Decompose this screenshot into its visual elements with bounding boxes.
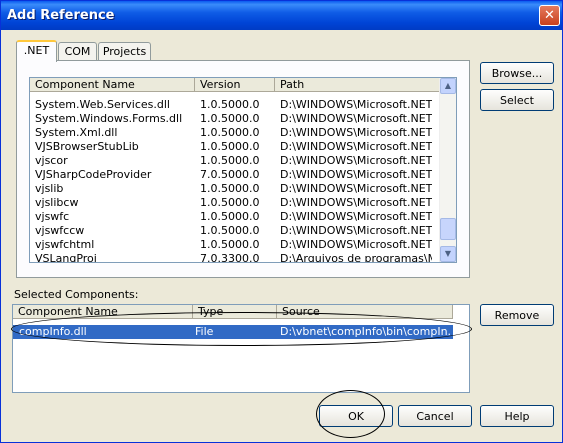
add-reference-dialog: Add Reference ✕ .NET COM Projects Compon… (0, 0, 563, 443)
tab-net[interactable]: .NET (16, 40, 57, 62)
ok-button[interactable]: OK (319, 405, 393, 427)
component-version: 1.0.5000.0 (200, 210, 260, 223)
selected-component-type: File (195, 325, 214, 338)
list-item[interactable]: System.Xml.dll 1.0.5000.0 D:\WINDOWS\Micro… (30, 126, 439, 140)
component-version: 1.0.5000.0 (200, 196, 260, 209)
arrow-down-icon[interactable]: ▼ (440, 246, 456, 262)
tab-com[interactable]: COM (58, 42, 97, 61)
component-name: VSLangProj (35, 252, 97, 263)
window-title: Add Reference (7, 8, 115, 23)
component-name: System.Windows.Forms.dll (35, 112, 183, 125)
component-path: D:\WINDOWS\Microsoft.NET... (280, 238, 432, 251)
component-path: D:\WINDOWS\Microsoft.NET... (280, 224, 432, 237)
selected-component-source: D:\vbnet\compInfo\bin\compIn... (280, 325, 452, 338)
select-button[interactable]: Select (480, 89, 554, 111)
arrow-up-icon[interactable]: ▲ (440, 78, 456, 94)
selected-component-row[interactable]: compInfo.dll File D:\vbnet\compInfo\bin\… (13, 325, 453, 339)
component-version: 1.0.5000.0 (200, 140, 260, 153)
component-name: vjscor (35, 154, 68, 167)
component-version: 1.0.5000.0 (200, 98, 260, 111)
component-name: vjslibcw (35, 196, 79, 209)
column-header-version[interactable]: Version (195, 78, 275, 92)
list-item[interactable]: VJSBrowserStubLib 1.0.5000.0 D:\WINDOWS\Mi… (30, 140, 439, 154)
column-header-source[interactable]: Source (277, 305, 453, 319)
components-scrollbar[interactable]: ▲ ▼ (439, 78, 456, 262)
component-path: D:\WINDOWS\Microsoft.NET... (280, 154, 432, 167)
component-path: D:\WINDOWS\Microsoft.NET... (280, 126, 432, 139)
component-version: 7.0.5000.0 (200, 168, 260, 181)
component-name: System.Web.Services.dll (35, 98, 170, 111)
list-item[interactable]: VJSharpCodeProvider 7.0.5000.0 D:\WINDOWS\… (30, 168, 439, 182)
title-bar[interactable]: Add Reference ✕ (1, 1, 562, 30)
component-path: D:\WINDOWS\Microsoft.NET... (280, 98, 432, 111)
selected-components-label: Selected Components: (14, 288, 139, 301)
component-path: D:\WINDOWS\Microsoft.NET... (280, 210, 432, 223)
column-header-type[interactable]: Type (193, 305, 277, 319)
component-version: 1.0.5000.0 (200, 126, 260, 139)
scrollbar-thumb[interactable] (440, 218, 456, 240)
selected-component-name: compInfo.dll (19, 325, 87, 338)
component-version: 1.0.5000.0 (200, 182, 260, 195)
component-path: D:\WINDOWS\Microsoft.NET... (280, 168, 432, 181)
list-item[interactable]: vjswfchtml 1.0.5000.0 D:\WINDOWS\Microsoft… (30, 238, 439, 252)
close-icon[interactable]: ✕ (539, 5, 560, 26)
component-version: 1.0.5000.0 (200, 238, 260, 251)
component-name: VJSBrowserStubLib (35, 140, 139, 153)
list-item[interactable]: vjswfc 1.0.5000.0 D:\WINDOWS\Microsoft.NET… (30, 210, 439, 224)
component-version: 1.0.5000.0 (200, 224, 260, 237)
list-item[interactable]: vjswfccw 1.0.5000.0 D:\WINDOWS\Microsoft.N… (30, 224, 439, 238)
column-header-path[interactable]: Path (275, 78, 440, 92)
help-button[interactable]: Help (480, 405, 554, 427)
component-name: vjswfchtml (35, 238, 95, 251)
list-item[interactable]: System.Windows.Forms.dll 1.0.5000.0 D:\WIN… (30, 112, 439, 126)
cancel-button[interactable]: Cancel (398, 405, 472, 427)
component-path: D:\WINDOWS\Microsoft.NET... (280, 182, 432, 195)
component-version: 1.0.5000.0 (200, 154, 260, 167)
component-name: System.Xml.dll (35, 126, 118, 139)
component-name: vjslib (35, 182, 64, 195)
component-name: VJSharpCodeProvider (35, 168, 152, 181)
selected-components-list[interactable]: Component Name Type Source compInfo.dll … (12, 304, 470, 393)
component-name: vjswfccw (35, 224, 85, 237)
component-version: 1.0.5000.0 (200, 112, 260, 125)
column-header-component-name[interactable]: Component Name (13, 305, 193, 319)
browse-button[interactable]: Browse... (480, 62, 554, 84)
component-version: 7.0.3300.0 (200, 252, 260, 263)
list-item[interactable]: vjslib 1.0.5000.0 D:\WINDOWS\Microsoft.NET… (30, 182, 439, 196)
list-item[interactable]: VSLangProj 7.0.3300.0 D:\Arquivos de progr… (30, 252, 439, 263)
component-name: vjswfc (35, 210, 70, 223)
tab-projects[interactable]: Projects (98, 42, 151, 61)
component-path: D:\WINDOWS\Microsoft.NET... (280, 140, 432, 153)
list-item[interactable]: vjslibcw 1.0.5000.0 D:\WINDOWS\Microsoft.N… (30, 196, 439, 210)
component-path: D:\WINDOWS\Microsoft.NET... (280, 196, 432, 209)
components-list[interactable]: Component Name Version Path System.Web.S… (29, 77, 457, 263)
remove-button[interactable]: Remove (480, 304, 554, 326)
list-item[interactable]: vjscor 1.0.5000.0 D:\WINDOWS\Microsoft.NET… (30, 154, 439, 168)
column-header-component-name[interactable]: Component Name (30, 78, 195, 92)
component-path: D:\Arquivos de programas\Mi... (280, 252, 432, 263)
component-path: D:\WINDOWS\Microsoft.NET... (280, 112, 432, 125)
tab-panel-net: Component Name Version Path System.Web.S… (16, 60, 470, 278)
list-item[interactable]: System.Web.Services.dll 1.0.5000.0 D:\WIND… (30, 98, 439, 112)
